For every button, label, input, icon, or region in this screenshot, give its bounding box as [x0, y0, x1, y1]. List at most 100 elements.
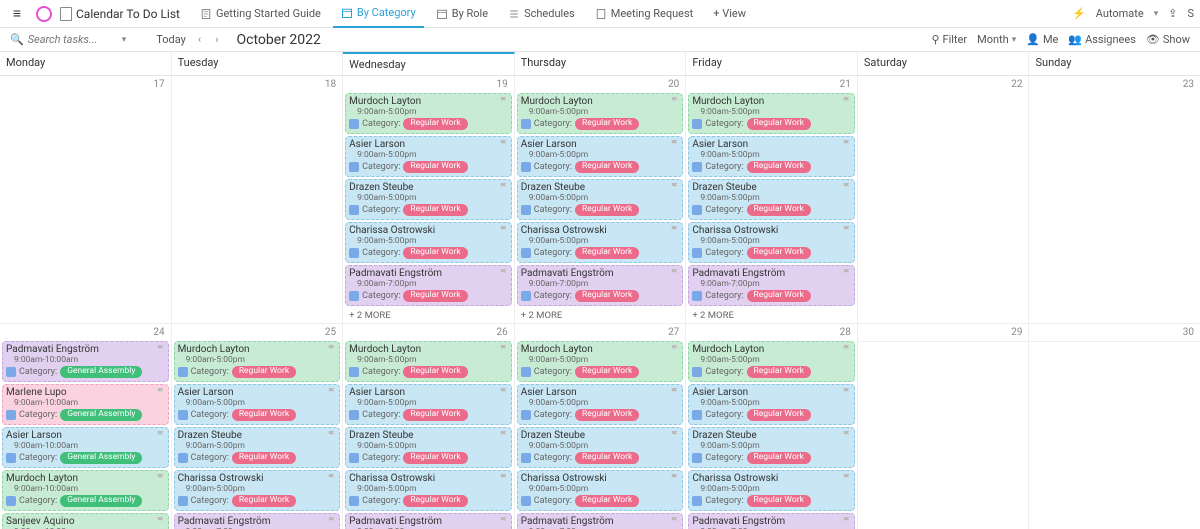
category-pill: Regular Work [403, 409, 467, 421]
tab-meeting-request[interactable]: Meeting Request [587, 0, 702, 28]
calendar-event[interactable]: Padmavati Engström 9:00am-7:00pm Categor… [345, 513, 512, 529]
calendar-event[interactable]: Charissa Ostrowski 9:00am-5:00pm Categor… [345, 222, 512, 263]
calendar-event[interactable]: Murdoch Layton 9:00am-5:00pm Category: R… [688, 93, 855, 134]
calendar-event[interactable]: Asier Larson 9:00am-5:00pm Category: Reg… [517, 384, 684, 425]
calendar-event[interactable]: Murdoch Layton 9:00am-5:00pm Category: R… [174, 341, 341, 382]
calendar-event[interactable]: Charissa Ostrowski 9:00am-5:00pm Categor… [688, 222, 855, 263]
flag-icon [671, 140, 679, 148]
calendar-event[interactable]: Asier Larson 9:00am-10:00am Category: Ge… [2, 427, 169, 468]
calendar-event[interactable]: Marlene Lupo 9:00am-10:00am Category: Ge… [2, 384, 169, 425]
calendar-event[interactable]: Asier Larson 9:00am-5:00pm Category: Reg… [688, 384, 855, 425]
calendar-event[interactable]: Asier Larson 9:00am-5:00pm Category: Reg… [517, 136, 684, 177]
calendar-event[interactable]: Padmavati Engström 9:00am-10:00am Catego… [2, 341, 169, 382]
day-cell[interactable]: 19 Murdoch Layton 9:00am-5:00pm Category… [343, 76, 514, 324]
day-cell[interactable]: 17 [0, 76, 171, 324]
calendar-event[interactable]: Asier Larson 9:00am-5:00pm Category: Reg… [688, 136, 855, 177]
calendar-event[interactable]: Murdoch Layton 9:00am-5:00pm Category: R… [345, 93, 512, 134]
calendar-event[interactable]: Drazen Steube 9:00am-5:00pm Category: Re… [345, 427, 512, 468]
filter-button[interactable]: ⚲Filter [931, 33, 967, 46]
category-pill: Regular Work [403, 452, 467, 464]
day-cell[interactable]: 18 [172, 76, 343, 324]
assignees-button[interactable]: 👥Assignees [1068, 33, 1136, 46]
day-cell[interactable]: 21 Murdoch Layton 9:00am-5:00pm Category… [686, 76, 857, 324]
date-number: 21 [688, 78, 855, 91]
event-person: Asier Larson [521, 387, 680, 399]
calendar-event[interactable]: Drazen Steube 9:00am-5:00pm Category: Re… [688, 179, 855, 220]
event-time: 9:00am-5:00pm [521, 399, 680, 409]
category-pill: Regular Work [403, 247, 467, 259]
more-events-button[interactable]: + 2 MORE [345, 308, 512, 323]
calendar-event[interactable]: Padmavati Engström 9:00am-7:00pm Categor… [345, 265, 512, 306]
event-time: 9:00am-10:00am [6, 485, 165, 495]
calendar-event[interactable]: Padmavati Engström 9:00am-7:00pm Categor… [517, 513, 684, 529]
more-events-button[interactable]: + 2 MORE [517, 308, 684, 323]
event-time: 9:00am-5:00pm [349, 356, 508, 366]
prev-month-button[interactable]: ‹ [196, 33, 203, 46]
category-pill: Regular Work [575, 247, 639, 259]
calendar-event[interactable]: Drazen Steube 9:00am-5:00pm Category: Re… [517, 179, 684, 220]
show-button[interactable]: 👁Show [1146, 33, 1190, 46]
calendar-event[interactable]: Asier Larson 9:00am-5:00pm Category: Reg… [345, 384, 512, 425]
calendar-event[interactable]: Murdoch Layton 9:00am-10:00am Category: … [2, 470, 169, 511]
flag-icon [843, 226, 851, 234]
calendar-event[interactable]: Drazen Steube 9:00am-5:00pm Category: Re… [345, 179, 512, 220]
day-cell[interactable]: 26 Murdoch Layton 9:00am-5:00pm Category… [343, 324, 514, 529]
flag-icon [157, 517, 165, 525]
calendar-event[interactable]: Charissa Ostrowski 9:00am-5:00pm Categor… [174, 470, 341, 511]
calendar-event[interactable]: Padmavati Engström 9:00am-7:00pm Categor… [174, 513, 341, 529]
calendar-event[interactable]: Asier Larson 9:00am-5:00pm Category: Reg… [174, 384, 341, 425]
share-icon[interactable]: ⇪ [1168, 7, 1177, 20]
calendar-event[interactable]: Asier Larson 9:00am-5:00pm Category: Reg… [345, 136, 512, 177]
tab-by-role[interactable]: By Role [428, 0, 496, 28]
today-button[interactable]: Today [156, 33, 186, 46]
next-month-button[interactable]: › [213, 33, 220, 46]
tab-getting-started[interactable]: Getting Started Guide [192, 0, 329, 28]
flag-icon [671, 269, 679, 277]
day-cell[interactable]: 27 Murdoch Layton 9:00am-5:00pm Category… [515, 324, 686, 529]
day-cell[interactable]: 24 Padmavati Engström 9:00am-10:00am Cat… [0, 324, 171, 529]
category-label: Category: [534, 410, 572, 420]
add-view-button[interactable]: + View [705, 0, 754, 28]
calendar-event[interactable]: Charissa Ostrowski 9:00am-5:00pm Categor… [345, 470, 512, 511]
calendar-event[interactable]: Charissa Ostrowski 9:00am-5:00pm Categor… [517, 222, 684, 263]
tab-by-category[interactable]: By Category [333, 0, 424, 28]
category-icon [692, 291, 702, 301]
calendar-event[interactable]: Charissa Ostrowski 9:00am-5:00pm Categor… [517, 470, 684, 511]
day-cell[interactable]: 23 [1029, 76, 1200, 324]
calendar-event[interactable]: Drazen Steube 9:00am-5:00pm Category: Re… [174, 427, 341, 468]
automate-button[interactable]: Automate [1096, 7, 1144, 20]
chevron-down-icon[interactable]: ▾ [1154, 9, 1159, 19]
category-icon [521, 205, 531, 215]
calendar-event[interactable]: Charissa Ostrowski 9:00am-5:00pm Categor… [688, 470, 855, 511]
day-cell[interactable]: 30 [1029, 324, 1200, 342]
event-person: Charissa Ostrowski [521, 225, 680, 237]
day-cell[interactable]: 28 Murdoch Layton 9:00am-5:00pm Category… [686, 324, 857, 529]
calendar-event[interactable]: Padmavati Engström 9:00am-7:00pm Categor… [688, 265, 855, 306]
app-logo-icon[interactable] [36, 6, 52, 22]
more-events-button[interactable]: + 2 MORE [688, 308, 855, 323]
chevron-down-icon[interactable]: ▾ [122, 35, 127, 45]
calendar-event[interactable]: Padmavati Engström 9:00am-7:00pm Categor… [688, 513, 855, 529]
me-button[interactable]: 👤Me [1026, 33, 1058, 46]
day-cell[interactable]: 22 [858, 76, 1029, 324]
calendar-event[interactable]: Drazen Steube 9:00am-5:00pm Category: Re… [688, 427, 855, 468]
event-person: Padmavati Engström [6, 344, 165, 356]
granularity-select[interactable]: Month▾ [977, 33, 1016, 46]
tab-schedules[interactable]: Schedules [500, 0, 583, 28]
calendar-event[interactable]: Murdoch Layton 9:00am-5:00pm Category: R… [688, 341, 855, 382]
day-cell[interactable]: 20 Murdoch Layton 9:00am-5:00pm Category… [515, 76, 686, 324]
calendar-event[interactable]: Murdoch Layton 9:00am-5:00pm Category: R… [345, 341, 512, 382]
search-icon[interactable]: 🔍 [10, 33, 24, 46]
calendar-event[interactable]: Murdoch Layton 9:00am-5:00pm Category: R… [517, 341, 684, 382]
calendar-event[interactable]: Sanjeev Aquino 9:00am-10:00am Category: … [2, 513, 169, 529]
calendar-event[interactable]: Drazen Steube 9:00am-5:00pm Category: Re… [517, 427, 684, 468]
menu-icon[interactable]: ≡ [6, 5, 28, 22]
header-sunday: Sunday [1029, 52, 1200, 75]
category-pill: Regular Work [747, 247, 811, 259]
calendar-event[interactable]: Padmavati Engström 9:00am-7:00pm Categor… [517, 265, 684, 306]
day-cell[interactable]: 25 Murdoch Layton 9:00am-5:00pm Category… [172, 324, 343, 529]
search-input[interactable] [28, 33, 118, 46]
calendar-event[interactable]: Murdoch Layton 9:00am-5:00pm Category: R… [517, 93, 684, 134]
day-cell[interactable]: 29 [858, 324, 1029, 342]
flag-icon [157, 474, 165, 482]
